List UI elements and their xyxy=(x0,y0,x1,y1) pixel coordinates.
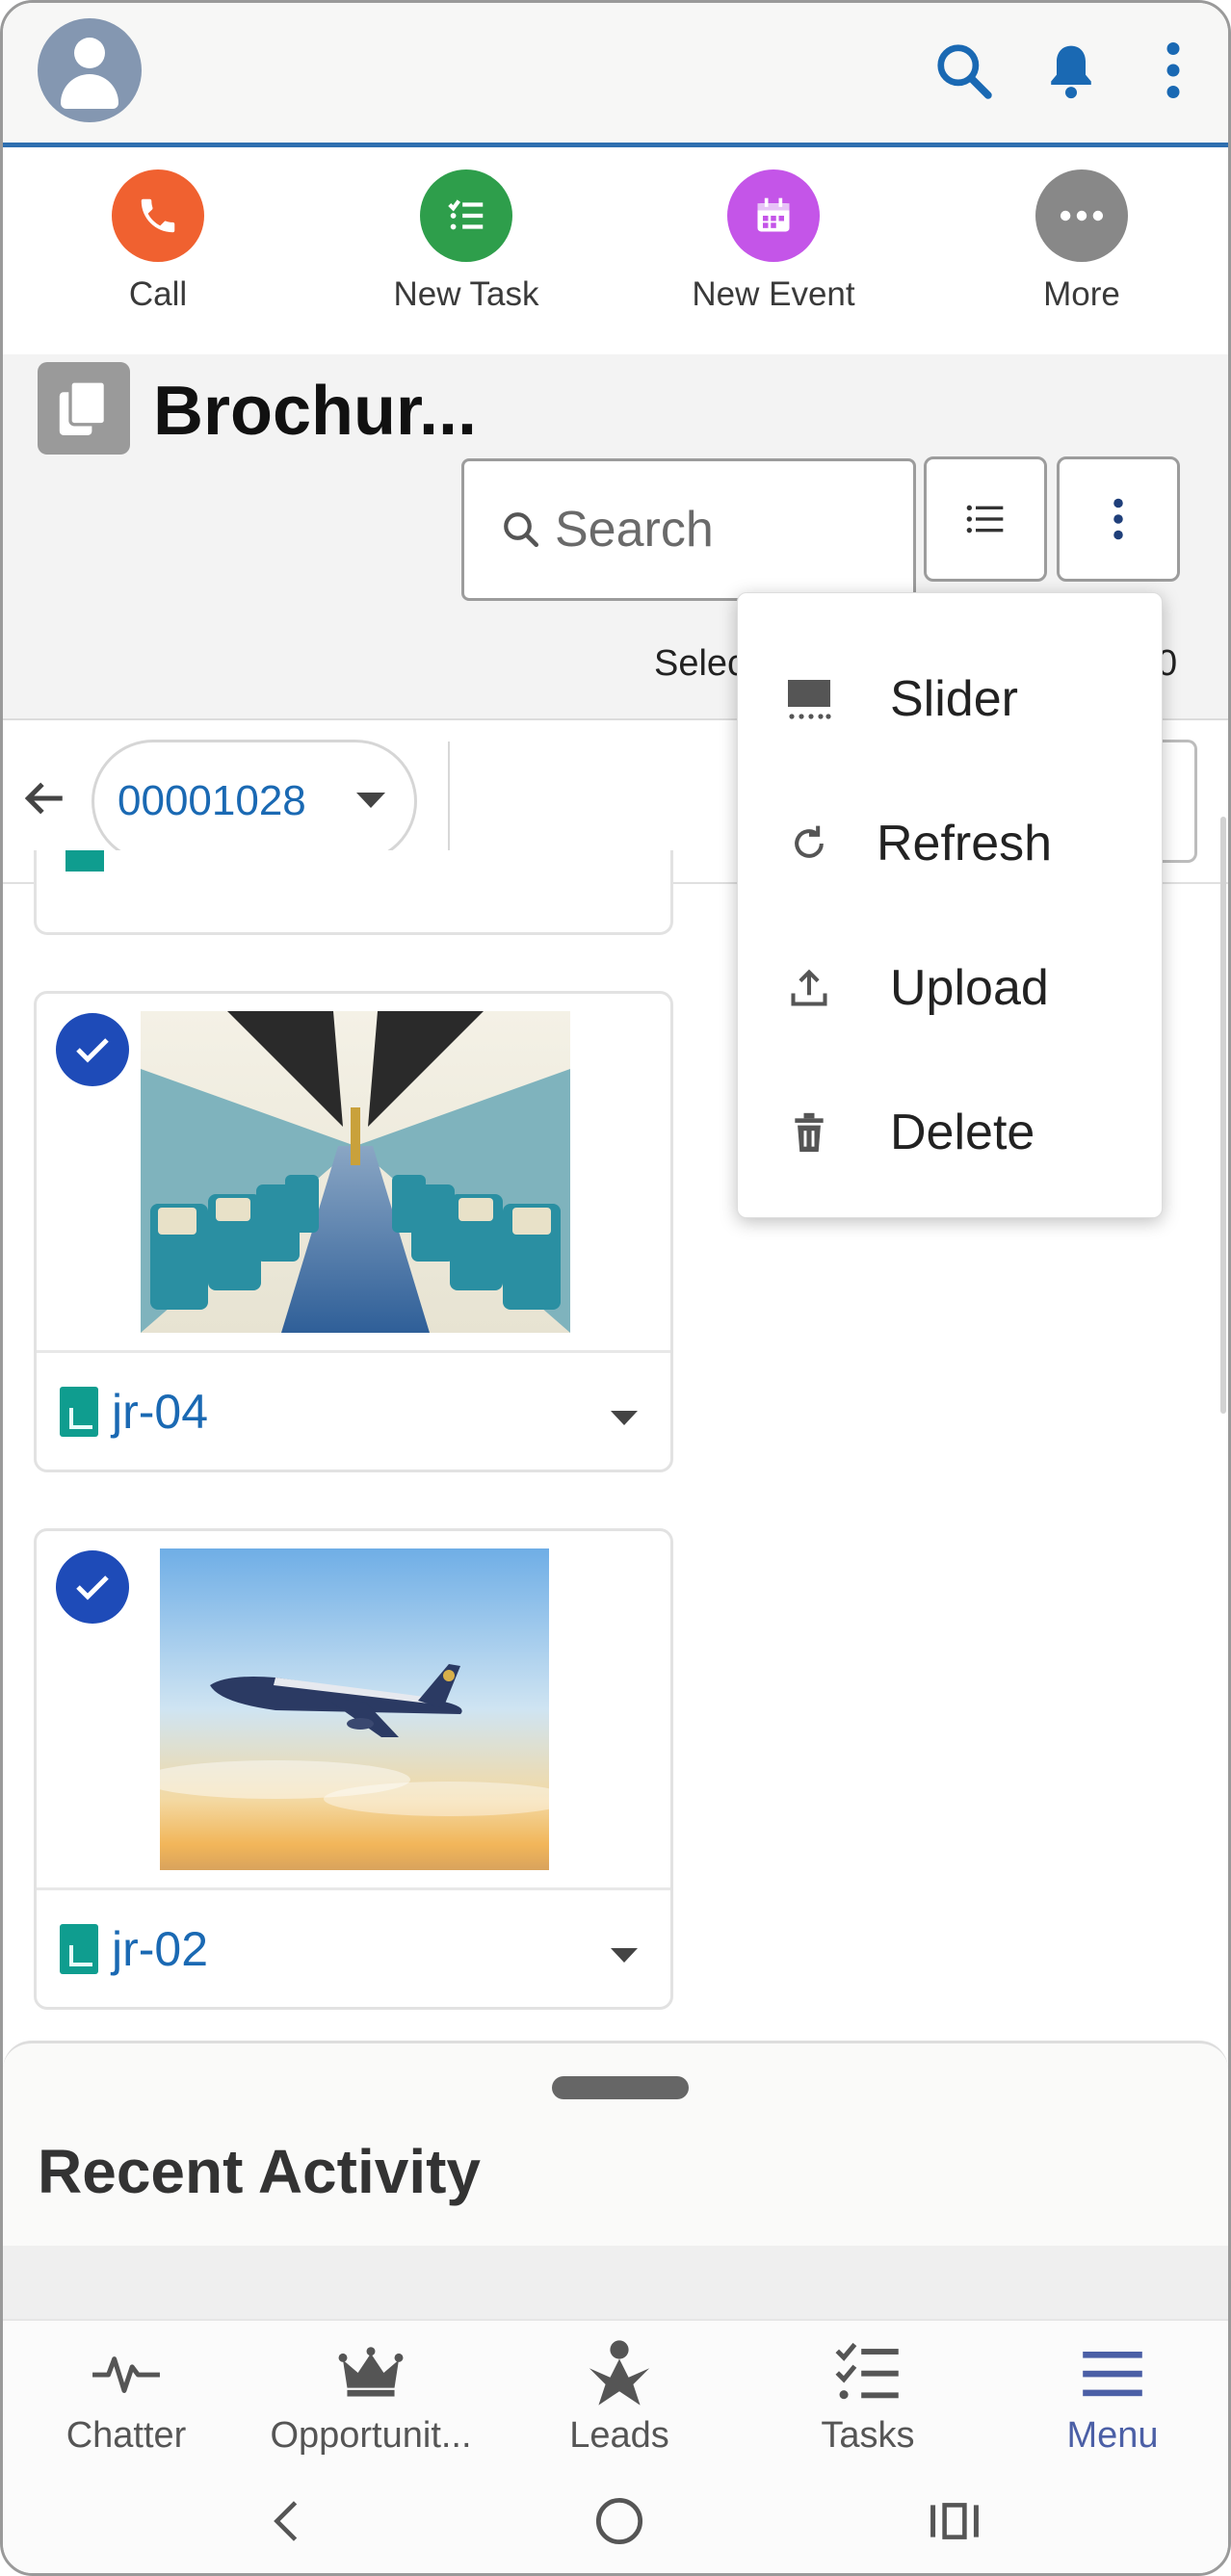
system-navigation xyxy=(3,2468,1228,2573)
top-bar xyxy=(3,3,1228,147)
search-input[interactable]: Search xyxy=(461,458,916,601)
phone-icon xyxy=(112,169,204,262)
actions-dropdown: Slider Refresh Upload Delete xyxy=(737,592,1163,1218)
page-title: Brochur... xyxy=(153,373,478,450)
record-select-value: 00001028 xyxy=(118,777,306,824)
more-options-button[interactable] xyxy=(1057,456,1180,582)
tab-label: Opportunit... xyxy=(270,2415,472,2456)
refresh-icon xyxy=(782,817,836,871)
tab-tasks[interactable]: Tasks xyxy=(745,2334,991,2457)
pulse-icon xyxy=(3,2334,249,2411)
system-recents-icon[interactable] xyxy=(916,2487,993,2555)
checkmark-icon[interactable] xyxy=(56,1550,129,1624)
more-dots-icon xyxy=(1035,169,1128,262)
chevron-down-icon[interactable] xyxy=(611,1411,638,1425)
menu-item-slider[interactable]: Slider xyxy=(738,641,1162,757)
drag-handle[interactable] xyxy=(552,2076,689,2099)
crown-icon xyxy=(248,2334,494,2411)
recent-activity-sheet: Recent Activity xyxy=(3,2041,1228,2323)
system-home-icon[interactable] xyxy=(581,2487,658,2555)
call-label: Call xyxy=(128,275,188,313)
file-card-footer: jr-04 xyxy=(37,1350,670,1470)
search-icon xyxy=(504,512,539,548)
back-arrow-icon[interactable] xyxy=(20,774,78,832)
menu-item-label: Delete xyxy=(890,1105,1035,1160)
trash-icon xyxy=(782,1106,836,1159)
slider-icon xyxy=(782,672,836,726)
file-card[interactable]: jr-02 xyxy=(34,1528,673,2010)
more-action[interactable]: More xyxy=(985,169,1178,314)
tab-menu[interactable]: Menu xyxy=(989,2334,1228,2457)
menu-item-upload[interactable]: Upload xyxy=(738,930,1162,1046)
chevron-down-icon xyxy=(356,793,385,808)
airplane-sky-image xyxy=(160,1548,549,1870)
menu-item-label: Upload xyxy=(890,960,1049,1016)
tab-label: Chatter xyxy=(65,2415,187,2456)
system-back-icon[interactable] xyxy=(248,2487,325,2555)
airplane-cabin-image xyxy=(141,1011,570,1333)
upload-icon xyxy=(782,961,836,1015)
app-frame: Call New Task New Event More Brochur... xyxy=(0,0,1231,2576)
menu-item-label: Refresh xyxy=(877,816,1053,872)
documents-icon xyxy=(38,362,130,455)
search-placeholder: Search xyxy=(555,502,714,558)
new-task-action[interactable]: New Task xyxy=(370,169,563,314)
bottom-tab-bar: Chatter Opportunit... Leads Tasks Menu xyxy=(3,2319,1228,2468)
file-card-footer: jr-02 xyxy=(37,1887,670,2007)
chevron-down-icon[interactable] xyxy=(611,1948,638,1963)
new-task-label: New Task xyxy=(393,275,539,313)
file-card-partial[interactable] xyxy=(34,850,673,935)
tab-chatter[interactable]: Chatter xyxy=(3,2334,249,2457)
menu-item-label: Slider xyxy=(890,671,1018,727)
scrollbar[interactable] xyxy=(1220,817,1226,1414)
tab-label: Leads xyxy=(569,2415,669,2456)
file-name[interactable]: jr-04 xyxy=(112,1384,208,1440)
file-icon xyxy=(60,1923,98,1974)
menu-item-delete[interactable]: Delete xyxy=(738,1075,1162,1190)
file-card[interactable]: jr-04 xyxy=(34,991,673,1472)
quick-actions: Call New Task New Event More xyxy=(3,152,1228,354)
calendar-icon xyxy=(727,169,820,262)
new-event-action[interactable]: New Event xyxy=(677,169,870,314)
recent-activity-title: Recent Activity xyxy=(38,2137,481,2206)
tab-label: Tasks xyxy=(821,2415,915,2456)
menu-item-refresh[interactable]: Refresh xyxy=(738,786,1162,901)
file-name[interactable]: jr-02 xyxy=(112,1921,208,1977)
hamburger-icon xyxy=(989,2334,1228,2411)
task-icon xyxy=(420,169,512,262)
selected-text: Selec xyxy=(654,643,746,684)
checklist-icon xyxy=(745,2334,991,2411)
tab-label: Menu xyxy=(1066,2415,1159,2456)
tab-leads[interactable]: Leads xyxy=(496,2334,743,2457)
divider xyxy=(448,742,450,861)
vertical-dots-icon xyxy=(1113,498,1123,540)
overflow-menu-icon[interactable] xyxy=(1139,32,1207,109)
list-icon xyxy=(966,505,1004,533)
call-action[interactable]: Call xyxy=(62,169,254,314)
checkmark-icon[interactable] xyxy=(56,1013,129,1086)
new-event-label: New Event xyxy=(692,275,855,313)
list-view-button[interactable] xyxy=(924,456,1047,582)
bell-icon[interactable] xyxy=(1037,32,1105,109)
avatar[interactable] xyxy=(38,18,142,122)
search-icon[interactable] xyxy=(930,32,997,109)
person-star-icon xyxy=(496,2334,743,2411)
tab-opportunities[interactable]: Opportunit... xyxy=(248,2334,494,2457)
record-select[interactable]: 00001028 xyxy=(92,740,417,863)
more-label: More xyxy=(1043,275,1120,313)
file-icon xyxy=(65,850,104,872)
file-icon xyxy=(60,1386,98,1437)
recent-activity-content xyxy=(3,2246,1228,2323)
